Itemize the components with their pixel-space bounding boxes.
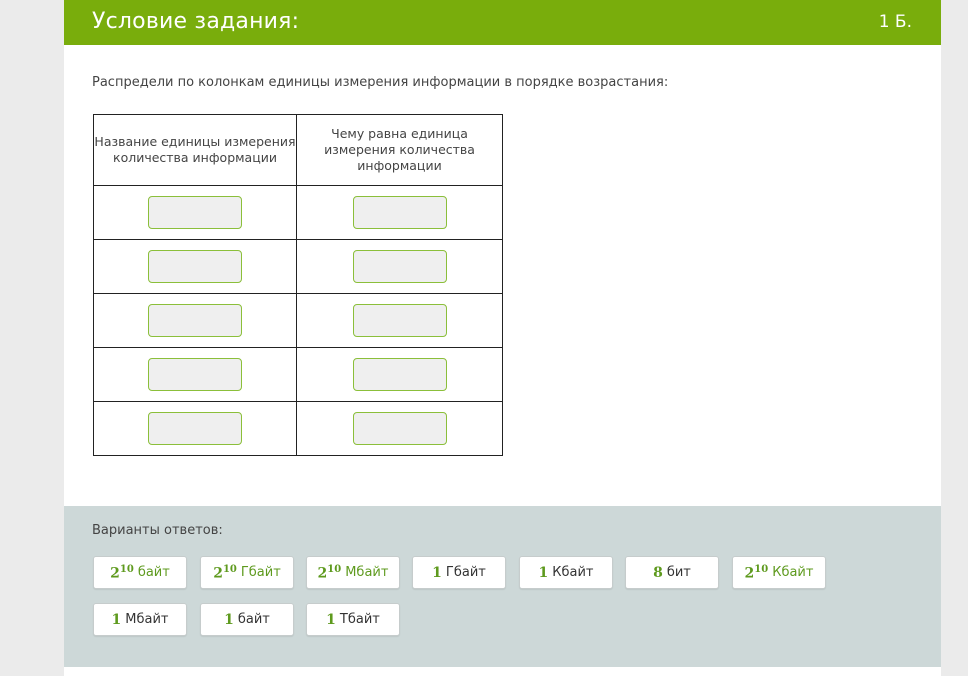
- task-title: Условие задания:: [92, 9, 300, 34]
- option-number: 1: [224, 612, 234, 628]
- card-footer: [64, 667, 941, 676]
- option-number: 210: [110, 564, 134, 582]
- option-number: 210: [213, 564, 237, 582]
- drop-slot-value-4[interactable]: [352, 358, 447, 391]
- option-base: 1: [326, 611, 336, 628]
- column-header-unit-name: Название единицы измерения количества ин…: [93, 114, 297, 186]
- option-chip[interactable]: 210 Мбайт: [306, 556, 400, 589]
- option-base: 2: [744, 565, 755, 582]
- table-cell: [296, 401, 503, 456]
- option-base: 2: [110, 565, 120, 582]
- option-number: 1: [539, 565, 549, 581]
- option-base: 1: [432, 564, 442, 581]
- task-header: Условие задания: 1 Б.: [64, 0, 941, 45]
- option-base: 1: [538, 564, 549, 581]
- option-exponent: 10: [327, 563, 342, 575]
- option-number: 1: [326, 612, 336, 628]
- option-chip[interactable]: 8 бит: [625, 556, 719, 589]
- task-instruction: Распредели по колонкам единицы измерения…: [92, 75, 669, 90]
- option-unit: Кбайт: [552, 565, 594, 580]
- option-base: 1: [111, 611, 122, 628]
- option-unit: бит: [666, 565, 691, 580]
- option-chip[interactable]: 1 Мбайт: [93, 603, 187, 636]
- option-unit: Тбайт: [339, 612, 380, 627]
- option-base: 2: [317, 565, 328, 582]
- column-header-unit-value: Чему равна единица измерения количества …: [296, 114, 503, 186]
- option-unit: Гбайт: [445, 565, 486, 580]
- option-base: 8: [653, 564, 663, 581]
- table-row: [93, 401, 503, 456]
- table-row: [93, 293, 503, 348]
- table-cell: [93, 239, 297, 294]
- option-chip[interactable]: 1 Кбайт: [519, 556, 613, 589]
- option-unit: Гбайт: [240, 565, 281, 580]
- option-chip[interactable]: 210 Кбайт: [732, 556, 826, 589]
- table-cell: [93, 401, 297, 456]
- option-chip[interactable]: 1 байт: [200, 603, 294, 636]
- option-chip[interactable]: 1 Гбайт: [412, 556, 506, 589]
- answer-table: Название единицы измерения количества ин…: [93, 114, 503, 456]
- drop-slot-name-4[interactable]: [148, 358, 242, 391]
- table-cell: [93, 347, 297, 402]
- table-row: [93, 185, 503, 240]
- table-cell: [296, 239, 503, 294]
- table-cell: [296, 347, 503, 402]
- option-unit: байт: [237, 612, 270, 627]
- option-number: 210: [745, 564, 769, 582]
- task-card: Условие задания: 1 Б. Распредели по коло…: [64, 0, 941, 676]
- task-score: 1 Б.: [878, 12, 912, 32]
- option-unit: Мбайт: [345, 565, 389, 580]
- option-exponent: 10: [222, 563, 237, 575]
- drop-slot-value-2[interactable]: [352, 250, 447, 283]
- option-unit: байт: [137, 565, 170, 580]
- drop-slot-value-3[interactable]: [352, 304, 447, 337]
- option-exponent: 10: [119, 563, 134, 575]
- option-number: 210: [318, 564, 342, 582]
- drop-slot-name-1[interactable]: [148, 196, 242, 229]
- drop-slot-name-3[interactable]: [148, 304, 242, 337]
- option-number: 1: [432, 565, 442, 581]
- drop-slot-name-5[interactable]: [148, 412, 242, 445]
- option-chip[interactable]: 210 байт: [93, 556, 187, 589]
- drop-slot-name-2[interactable]: [148, 250, 242, 283]
- answer-options-panel: Варианты ответов: 210 байт 210 Гбайт 210…: [64, 506, 941, 667]
- table-cell: [296, 293, 503, 348]
- answer-options-label: Варианты ответов:: [92, 523, 223, 538]
- table-cell: [296, 185, 503, 240]
- drop-slot-value-5[interactable]: [352, 412, 447, 445]
- option-chip[interactable]: 210 Гбайт: [200, 556, 294, 589]
- table-cell: [93, 293, 297, 348]
- option-number: 1: [112, 612, 122, 628]
- option-unit: Мбайт: [125, 612, 169, 627]
- option-unit: Кбайт: [772, 565, 814, 580]
- table-cell: [93, 185, 297, 240]
- table-row: [93, 239, 503, 294]
- drop-slot-value-1[interactable]: [352, 196, 447, 229]
- option-exponent: 10: [754, 563, 769, 575]
- option-base: 2: [213, 565, 223, 582]
- option-number: 8: [653, 565, 663, 581]
- option-chip[interactable]: 1 Тбайт: [306, 603, 400, 636]
- table-row: [93, 347, 503, 402]
- table-header-row: Название единицы измерения количества ин…: [93, 114, 503, 186]
- option-base: 1: [224, 611, 234, 628]
